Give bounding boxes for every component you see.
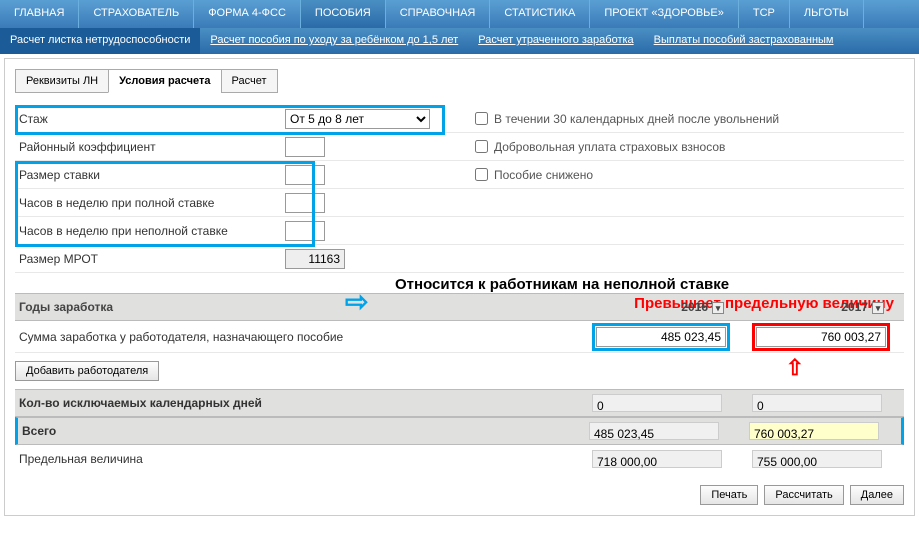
total-2016: 485 023,45 xyxy=(589,422,719,440)
years-header-label: Годы заработка xyxy=(15,300,584,314)
calculate-button[interactable]: Рассчитать xyxy=(764,485,843,505)
sum-2017-input[interactable] xyxy=(756,327,886,347)
print-button[interactable]: Печать xyxy=(700,485,758,505)
topnav-item[interactable]: ТСР xyxy=(739,0,790,28)
chk-after-dismissal[interactable]: В течении 30 календарных дней после увол… xyxy=(475,112,779,126)
limit-2017: 755 000,00 xyxy=(752,450,882,468)
arrow-icon-red: ⇧ xyxy=(786,355,804,381)
arrow-icon-blue: ⇨ xyxy=(345,285,368,318)
raion-input[interactable] xyxy=(285,137,325,157)
topnav-item[interactable]: СПРАВОЧНАЯ xyxy=(386,0,491,28)
mrot-input xyxy=(285,249,345,269)
chk-reduced-input[interactable] xyxy=(475,168,488,181)
sum-2016-input[interactable] xyxy=(596,327,726,347)
year-2017[interactable]: 2017▾ xyxy=(744,300,904,314)
row-sum: Сумма заработка у работодателя, назначаю… xyxy=(15,321,904,353)
excluded-2016: 0 xyxy=(592,394,722,412)
chk-voluntary[interactable]: Добровольная уплата страховых взносов xyxy=(475,140,725,154)
subnav-item[interactable]: Расчет утраченного заработка xyxy=(468,28,643,54)
tab[interactable]: Расчет xyxy=(221,69,278,93)
limit-label: Предельная величина xyxy=(15,452,584,466)
subnav-item[interactable]: Выплаты пособий застрахованным xyxy=(644,28,844,54)
add-employer-button[interactable]: Добавить работодателя xyxy=(15,361,159,381)
topnav-item[interactable]: ПОСОБИЯ xyxy=(301,0,386,28)
highlight-sum-2016 xyxy=(592,323,730,351)
highlight-stavka xyxy=(15,161,315,247)
total-label: Всего xyxy=(18,424,581,438)
topnav-item[interactable]: ФОРМА 4-ФСС xyxy=(194,0,301,28)
chk-reduced[interactable]: Пособие снижено xyxy=(475,168,593,182)
highlight-sum-2017 xyxy=(752,323,890,351)
chk-voluntary-input[interactable] xyxy=(475,140,488,153)
topnav-item[interactable]: СТАТИСТИКА xyxy=(490,0,590,28)
sub-nav: Расчет листка нетрудоспособностиРасчет п… xyxy=(0,28,919,54)
tab[interactable]: Условия расчета xyxy=(108,69,221,93)
row-total: Всего 485 023,45 760 003,27 xyxy=(15,417,904,445)
topnav-item[interactable]: ЛЬГОТЫ xyxy=(790,0,864,28)
year-2016[interactable]: 2016▾ xyxy=(584,300,744,314)
footer-buttons: Печать Рассчитать Далее xyxy=(15,485,904,505)
form-area: Стаж От 5 до 8 лет В течении 30 календар… xyxy=(15,105,904,505)
chevron-down-icon[interactable]: ▾ xyxy=(872,302,884,314)
mrot-label: Размер МРОТ xyxy=(15,252,285,266)
total-2017: 760 003,27 xyxy=(749,422,879,440)
top-nav: ГЛАВНАЯСТРАХОВАТЕЛЬФОРМА 4-ФССПОСОБИЯСПР… xyxy=(0,0,919,28)
excluded-label: Кол-во исключаемых календарных дней xyxy=(15,396,584,410)
content-panel: Реквизиты ЛНУсловия расчетаРасчет Стаж О… xyxy=(4,58,915,516)
tabs: Реквизиты ЛНУсловия расчетаРасчет xyxy=(15,69,904,93)
chevron-down-icon[interactable]: ▾ xyxy=(712,302,724,314)
topnav-item[interactable]: СТРАХОВАТЕЛЬ xyxy=(79,0,194,28)
excluded-2017: 0 xyxy=(752,394,882,412)
row-raion: Районный коэффициент Добровольная уплата… xyxy=(15,133,904,161)
chk-after-dismissal-input[interactable] xyxy=(475,112,488,125)
next-button[interactable]: Далее xyxy=(850,485,904,505)
row-limit: Предельная величина 718 000,00 755 000,0… xyxy=(15,445,904,473)
row-excluded: Кол-во исключаемых календарных дней 0 0 xyxy=(15,389,904,417)
annotation-parttime: Относится к работникам на неполной ставк… xyxy=(395,275,729,295)
limit-2016: 718 000,00 xyxy=(592,450,722,468)
subnav-item[interactable]: Расчет листка нетрудоспособности xyxy=(0,28,200,54)
raion-label: Районный коэффициент xyxy=(15,140,285,154)
sum-label: Сумма заработка у работодателя, назначаю… xyxy=(15,330,584,344)
topnav-item[interactable]: ПРОЕКТ «ЗДОРОВЬЕ» xyxy=(590,0,739,28)
row-mrot: Размер МРОТ xyxy=(15,245,904,273)
topnav-item[interactable]: ГЛАВНАЯ xyxy=(0,0,79,28)
tab[interactable]: Реквизиты ЛН xyxy=(15,69,109,93)
highlight-stazh xyxy=(15,105,445,135)
subnav-item[interactable]: Расчет пособия по уходу за ребёнком до 1… xyxy=(200,28,468,54)
